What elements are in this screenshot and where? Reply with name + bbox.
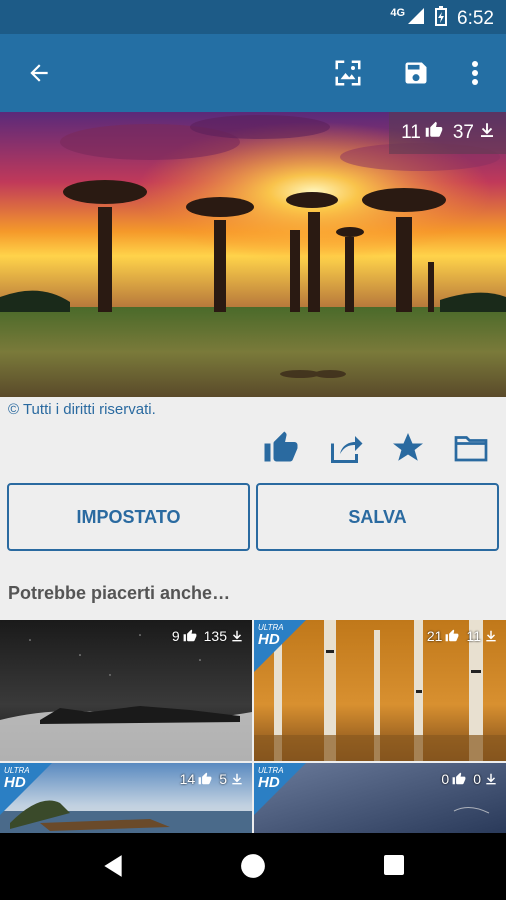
back-arrow-icon[interactable] (24, 58, 54, 88)
network-label: 4G (390, 7, 406, 19)
download-icon (478, 121, 496, 145)
thumbs-up-icon (198, 772, 212, 785)
uhd-bottom: HD (4, 774, 26, 791)
downloads-count: 5 (219, 771, 227, 787)
downloads-count: 37 (452, 122, 474, 143)
clock: 6:52 (457, 8, 494, 29)
thumbs-up-icon (452, 772, 466, 785)
status-bar: 4G 6:52 (0, 0, 506, 34)
wallpaper-thumbnail[interactable]: ULTRA HD 21 11 (254, 620, 506, 761)
signal-icon (407, 7, 425, 31)
downloads-count: 0 (473, 771, 481, 787)
thumbnail-stats: 0 0 (441, 771, 498, 787)
wallpaper-thumbnail[interactable]: 9 135 (0, 620, 252, 761)
download-icon (486, 773, 496, 785)
likes-count: 21 (426, 628, 443, 644)
save-icon[interactable] (401, 58, 431, 88)
like-icon[interactable] (262, 430, 300, 470)
image-icon[interactable] (333, 58, 363, 88)
thumbnail-stats: 21 11 (427, 628, 498, 644)
share-icon[interactable] (327, 430, 365, 470)
home-nav-icon[interactable] (240, 853, 266, 884)
wallpaper-preview[interactable]: 11 37 (0, 112, 506, 397)
likes-count: 11 (401, 122, 421, 143)
copyright-text: © Tutti i diritti riservati. (8, 401, 156, 418)
downloads-count: 11 (466, 628, 481, 644)
save-button[interactable]: SALVA (256, 483, 499, 551)
download-icon (232, 773, 242, 785)
set-wallpaper-button[interactable]: IMPOSTATO (7, 483, 250, 551)
likes-count: 0 (441, 771, 450, 787)
uhd-bottom: HD (258, 774, 280, 791)
ultra-hd-label: ULTRA HD (258, 624, 284, 648)
app-bar (0, 34, 506, 112)
ultra-hd-label: ULTRA HD (258, 767, 284, 791)
star-icon[interactable] (389, 430, 427, 470)
wallpaper-thumbnail[interactable]: ULTRA HD 0 0 (254, 763, 506, 833)
thumbnail-stats: 9 135 (172, 628, 244, 644)
likes-count: 9 (171, 628, 180, 644)
section-title: Potrebbe piacerti anche… (8, 583, 231, 603)
likes-count: 14 (179, 771, 196, 787)
ultra-hd-label: ULTRA HD (4, 767, 30, 791)
uhd-bottom: HD (258, 631, 280, 648)
thumbs-up-icon (425, 121, 443, 145)
download-icon (486, 630, 496, 642)
wallpaper-thumbnail[interactable]: ULTRA HD 14 5 (0, 763, 252, 833)
more-vert-icon[interactable] (460, 58, 490, 88)
recents-nav-icon[interactable] (382, 853, 406, 882)
downloads-count: 135 (203, 628, 227, 644)
thumbs-up-icon (446, 629, 459, 642)
download-icon (232, 630, 242, 642)
back-nav-icon[interactable] (100, 853, 126, 884)
thumbs-up-icon (183, 629, 197, 642)
thumbnail-stats: 14 5 (180, 771, 244, 787)
folder-icon[interactable] (452, 430, 490, 470)
hero-stats: 11 37 (389, 112, 506, 154)
system-nav-bar (0, 833, 506, 900)
battery-icon (435, 6, 448, 32)
